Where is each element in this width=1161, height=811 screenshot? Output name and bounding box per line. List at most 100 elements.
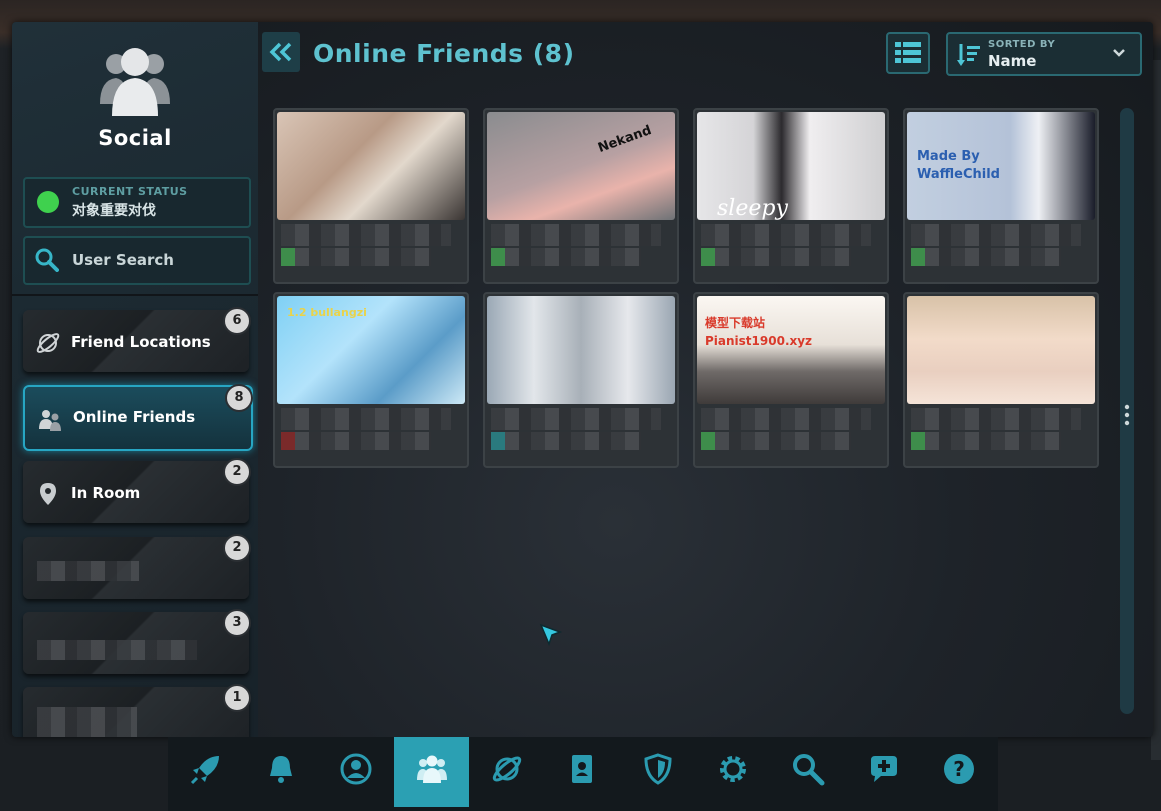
- friend-name: [281, 224, 451, 246]
- count-badge: 2: [223, 534, 251, 562]
- friend-location: [281, 248, 431, 266]
- status-value: 对象重要对伐: [72, 203, 156, 219]
- svg-text:?: ?: [953, 757, 965, 781]
- nav-in-room[interactable]: In Room 2: [23, 458, 251, 523]
- friend-location: [701, 248, 851, 266]
- search-icon: [793, 754, 825, 786]
- thumbnail-caption: 模型下载站 Pianist1900.xyz: [705, 316, 813, 348]
- dock-notifications-button[interactable]: [243, 737, 318, 807]
- status-indicator: [701, 432, 715, 450]
- social-icon: [417, 755, 447, 783]
- count-badge: 8: [225, 384, 253, 412]
- bell-icon: [270, 756, 292, 783]
- friend-location: [911, 432, 1061, 450]
- list-view-button[interactable]: [886, 32, 930, 74]
- friend-name: [491, 224, 661, 246]
- friend-card[interactable]: [273, 108, 469, 284]
- friend-name: [701, 224, 871, 246]
- search-icon: [35, 248, 59, 272]
- status-indicator: [911, 432, 925, 450]
- social-people-icon: [100, 48, 170, 116]
- dock-worlds-button[interactable]: [469, 737, 544, 807]
- sort-value: Name: [988, 52, 1037, 70]
- friend-card[interactable]: 1.2 bullangzi: [273, 292, 469, 468]
- friend-location: [911, 248, 1061, 266]
- nav-online-friends[interactable]: Online Friends 8: [23, 384, 253, 451]
- friend-location: [491, 432, 641, 450]
- dock-safety-button[interactable]: [620, 737, 695, 807]
- thumbnail-caption: 1.2 bullangzi: [287, 306, 367, 319]
- dock-search-button[interactable]: [770, 737, 845, 807]
- friend-card[interactable]: Nekand: [483, 108, 679, 284]
- redacted-label: [37, 561, 139, 581]
- avatar-thumbnail: 模型下载站 Pianist1900.xyz: [697, 296, 885, 404]
- social-window: Social CURRENT STATUS 对象重要对伐 User Search…: [12, 22, 1153, 737]
- nav-label: In Room: [71, 484, 141, 502]
- friend-card[interactable]: 模型下载站 Pianist1900.xyz: [693, 292, 889, 468]
- quick-menu-dock: ?: [168, 737, 998, 811]
- count-badge: 3: [223, 609, 251, 637]
- page-title: Online Friends (8): [313, 39, 575, 68]
- nav-label: Friend Locations: [71, 333, 211, 351]
- planet-icon: [36, 333, 60, 353]
- online-status-dot: [37, 191, 59, 213]
- dock-help-button[interactable]: ?: [921, 737, 996, 807]
- friend-location: [701, 432, 851, 450]
- status-indicator: [281, 248, 295, 266]
- friends-panel: Online Friends (8) SORTED BY Name Nekand…: [258, 22, 1153, 737]
- sort-icon: [957, 44, 980, 66]
- shield-icon: [644, 753, 672, 785]
- social-sidebar: Social CURRENT STATUS 对象重要对伐 User Search…: [12, 22, 258, 737]
- avatar-thumbnail: Made By WaffleChild: [907, 112, 1095, 220]
- friends-icon: [39, 410, 61, 431]
- dock-profile-button[interactable]: [318, 737, 393, 807]
- planet-icon: [492, 756, 522, 782]
- sidebar-title: Social: [98, 126, 172, 150]
- thumbnail-caption: Made By WaffleChild: [917, 149, 1000, 182]
- friend-name: [281, 408, 451, 430]
- dock-chat-button[interactable]: [846, 737, 921, 807]
- friend-location: [491, 248, 641, 266]
- count-badge: 1: [223, 684, 251, 712]
- list-view-icon: [895, 42, 921, 63]
- friend-location: [281, 432, 431, 450]
- redacted-label: [37, 640, 197, 660]
- dock-launch-button[interactable]: [168, 737, 243, 807]
- dock-avatars-button[interactable]: [544, 737, 619, 807]
- friend-card[interactable]: Made By WaffleChild: [903, 108, 1099, 284]
- dock-settings-button[interactable]: [695, 737, 770, 807]
- status-indicator: [911, 248, 925, 266]
- chevron-down-icon: [1113, 49, 1125, 57]
- rocket-icon: [190, 756, 219, 785]
- sort-label: SORTED BY: [988, 39, 1056, 50]
- avatar-thumbnail: [487, 296, 675, 404]
- collapse-sidebar-button[interactable]: [262, 32, 300, 72]
- friend-name: [911, 224, 1081, 246]
- help-icon: ?: [944, 754, 974, 784]
- friend-card[interactable]: [903, 292, 1099, 468]
- friend-name: [491, 408, 661, 430]
- avatar-thumbnail: Nekand: [487, 112, 675, 220]
- nav-group-3[interactable]: 1: [23, 684, 251, 737]
- nav-group-2[interactable]: 3: [23, 609, 251, 674]
- status-indicator: [701, 248, 715, 266]
- dock-social-button[interactable]: [394, 737, 469, 807]
- count-badge: 6: [223, 307, 251, 335]
- sort-dropdown[interactable]: SORTED BY Name: [946, 32, 1142, 76]
- thumbnail-caption: sleepy: [717, 196, 788, 221]
- status-indicator: [491, 432, 505, 450]
- avatar-thumbnail: 1.2 bullangzi: [277, 296, 465, 404]
- current-status-button[interactable]: CURRENT STATUS 对象重要对伐: [23, 177, 251, 228]
- profile-icon: [340, 753, 372, 785]
- user-search-button[interactable]: User Search: [23, 236, 251, 285]
- pointer-cursor: [539, 623, 563, 647]
- friend-card[interactable]: sleepy: [693, 108, 889, 284]
- nav-friend-locations[interactable]: Friend Locations 6: [23, 307, 251, 372]
- thumbnail-caption: Nekand: [596, 122, 654, 157]
- passport-icon: [572, 755, 592, 783]
- friend-card[interactable]: [483, 292, 679, 468]
- count-badge: 2: [223, 458, 251, 486]
- status-indicator: [281, 432, 295, 450]
- friend-name: [701, 408, 871, 430]
- nav-group-1[interactable]: 2: [23, 534, 251, 599]
